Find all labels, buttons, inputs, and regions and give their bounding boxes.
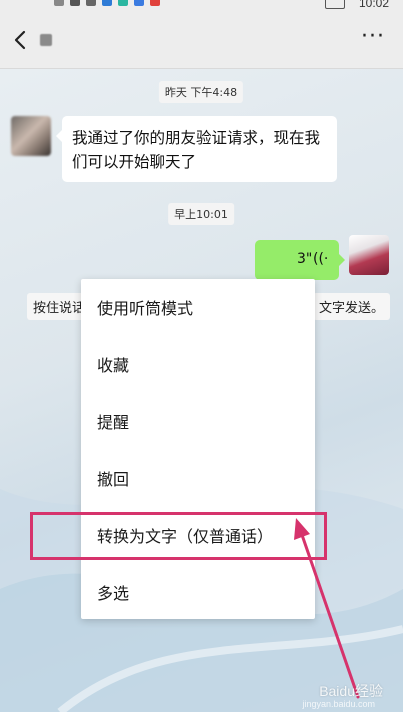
- status-bar: 10:02: [0, 0, 403, 12]
- app-notification-icon: [134, 0, 144, 6]
- app-notification-icon: [118, 0, 128, 6]
- watermark-brand: Baidu经验: [319, 683, 383, 699]
- chat-area: 昨天 下午4:48 我通过了你的朋友验证请求，现在我们可以开始聊天了 早上10:…: [0, 69, 403, 712]
- status-icons: [54, 0, 160, 6]
- more-options-icon[interactable]: ···: [361, 26, 385, 48]
- wifi-icon: [86, 0, 96, 6]
- voice-message-bubble[interactable]: 3" ((·: [255, 240, 345, 280]
- voice-duration: 3": [297, 251, 313, 267]
- back-arrow-icon[interactable]: [10, 28, 32, 52]
- app-notification-icon: [150, 0, 160, 6]
- signal-icon: [70, 0, 80, 6]
- menu-item-recall[interactable]: 撤回: [81, 450, 315, 506]
- menu-item-multi-select[interactable]: 多选: [81, 564, 315, 620]
- chat-header: ···: [0, 12, 403, 69]
- watermark-domain: jingyan.baidu.com: [302, 699, 375, 709]
- timestamp-label: 昨天 下午4:48: [158, 81, 244, 103]
- message-context-menu: 使用听筒模式 收藏 提醒 撤回 转换为文字（仅普通话） 多选: [81, 279, 315, 619]
- voice-wave-icon: ((·: [313, 251, 329, 267]
- battery-icon: [325, 0, 345, 9]
- app-notification-icon: [102, 0, 112, 6]
- timestamp-label: 早上10:01: [168, 203, 234, 225]
- hd-icon: [54, 0, 64, 6]
- status-time: 10:02: [358, 0, 389, 10]
- menu-item-favorite[interactable]: 收藏: [81, 336, 315, 392]
- highlight-box: [30, 512, 327, 560]
- menu-item-earpiece-mode[interactable]: 使用听筒模式: [81, 279, 315, 335]
- voice-hint-right: 文字发送。: [313, 293, 391, 320]
- contact-name-blurred: [40, 34, 52, 46]
- my-avatar[interactable]: [349, 235, 389, 275]
- menu-item-remind[interactable]: 提醒: [81, 393, 315, 449]
- contact-avatar[interactable]: [11, 116, 51, 156]
- incoming-message-bubble[interactable]: 我通过了你的朋友验证请求，现在我们可以开始聊天了: [56, 116, 337, 182]
